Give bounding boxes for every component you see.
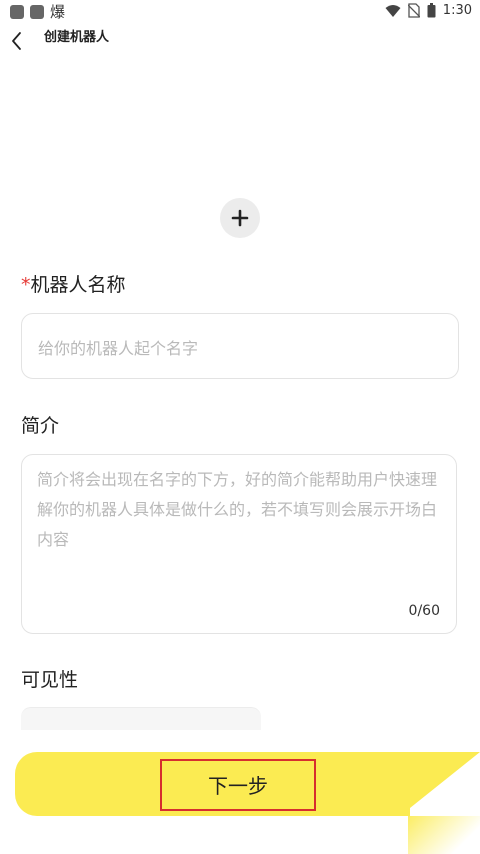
intro-placeholder: 简介将会出现在名字的下方，好的简介能帮助用户快速理解你的机器人具体是做什么的，若…: [37, 470, 438, 549]
add-avatar-button[interactable]: [220, 198, 260, 238]
status-bar-left: 爆: [10, 4, 65, 20]
bot-name-placeholder: 给你的机器人起个名字: [38, 339, 199, 358]
notification-icon: [10, 5, 24, 19]
intro-textarea[interactable]: 简介将会出现在名字的下方，好的简介能帮助用户快速理解你的机器人具体是做什么的，若…: [21, 454, 457, 634]
plus-icon: [231, 209, 249, 227]
intro-char-counter: 0/60: [408, 603, 440, 619]
bot-name-label: *机器人名称: [21, 270, 126, 297]
chevron-left-icon: [12, 32, 21, 50]
bot-name-input[interactable]: 给你的机器人起个名字: [21, 313, 459, 379]
status-bar-right: 1:30: [385, 3, 472, 18]
visibility-selector[interactable]: [21, 707, 261, 730]
button-shine: [408, 816, 480, 854]
app-glyph: 爆: [50, 3, 66, 21]
intro-label: 简介: [21, 415, 60, 437]
bot-name-label-text: 机器人名称: [30, 274, 126, 296]
wifi-icon: [385, 4, 401, 17]
create-bot-screen: 爆 1:30 创建机器人 *机器人名称 给你的机器人起个名字 简介 简介将会出现…: [0, 0, 480, 854]
battery-icon: [427, 3, 436, 18]
button-wedge: [400, 752, 480, 816]
back-button[interactable]: [8, 30, 28, 52]
status-bar: 爆 1:30: [0, 0, 480, 24]
no-sim-icon: [407, 3, 420, 18]
next-step-label[interactable]: 下一步: [160, 770, 316, 799]
visibility-label: 可见性: [21, 669, 79, 691]
status-time: 1:30: [442, 3, 472, 18]
page-title: 创建机器人: [44, 30, 110, 45]
notification-icon: [30, 5, 44, 19]
footer: 下一步: [0, 740, 480, 854]
required-mark: *: [21, 274, 31, 296]
